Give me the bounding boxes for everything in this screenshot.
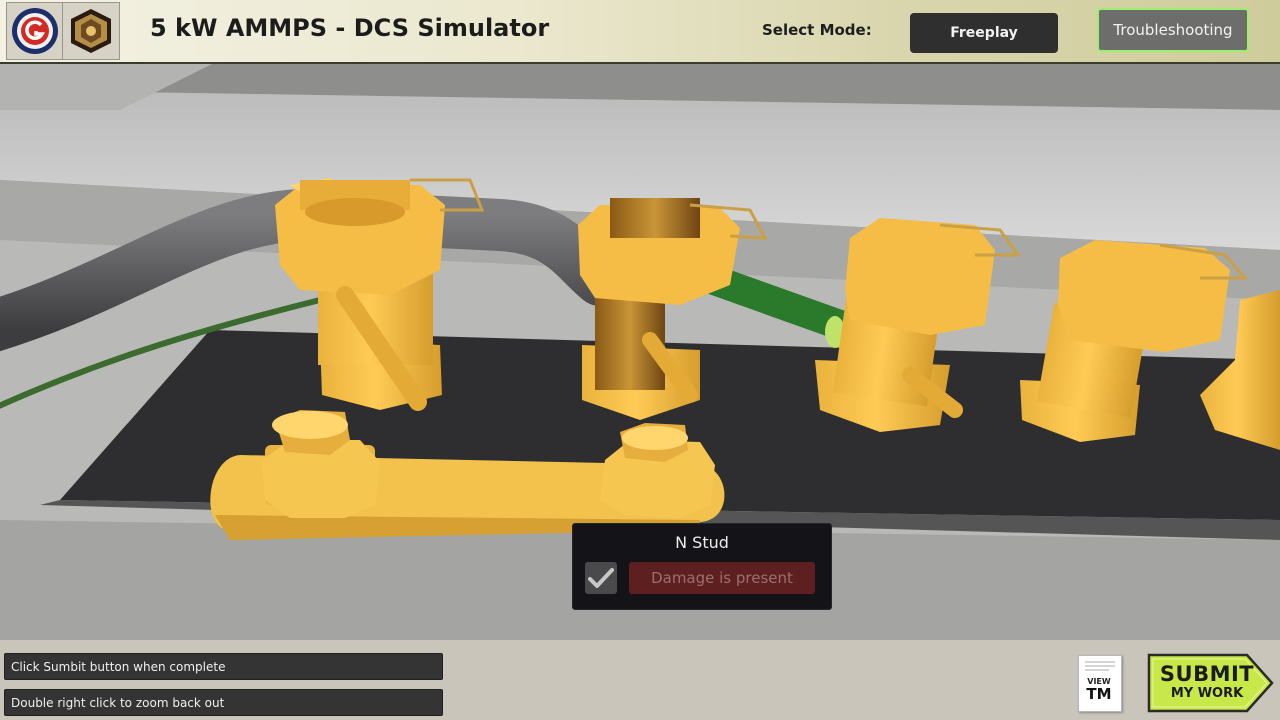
- freeplay-mode-button[interactable]: Freeplay: [910, 13, 1058, 53]
- component-inspect-popup: N Stud Damage is present: [572, 523, 832, 610]
- app-title: 5 kW AMMPS - DCS Simulator: [150, 14, 550, 42]
- terminal-board-scene: [0, 60, 1280, 720]
- my-work-label: MY WORK: [1170, 686, 1244, 701]
- hint-zoom-out: Double right click to zoom back out: [4, 689, 443, 716]
- troubleshooting-mode-button[interactable]: Troubleshooting: [1097, 8, 1249, 52]
- damage-checkbox[interactable]: [585, 562, 617, 594]
- g-emblem-icon: [12, 8, 58, 54]
- select-mode-label: Select Mode:: [762, 21, 872, 39]
- hint-submit-when-complete: Click Sumbit button when complete: [4, 653, 443, 680]
- tm-label: TM: [1086, 685, 1112, 703]
- app-header: 5 kW AMMPS - DCS Simulator Select Mode: …: [0, 0, 1280, 64]
- submit-label: SUBMIT: [1159, 662, 1255, 686]
- popup-title: N Stud: [675, 533, 729, 552]
- damage-present-button[interactable]: Damage is present: [629, 562, 815, 594]
- army-crest-logo: [62, 2, 120, 60]
- view-tm-button[interactable]: VIEW TM: [1078, 655, 1122, 712]
- army-crest-icon: [71, 9, 111, 53]
- g-emblem-logo: [6, 2, 64, 60]
- checkmark-icon: [588, 568, 614, 588]
- submit-my-work-button[interactable]: SUBMIT MY WORK: [1147, 653, 1275, 713]
